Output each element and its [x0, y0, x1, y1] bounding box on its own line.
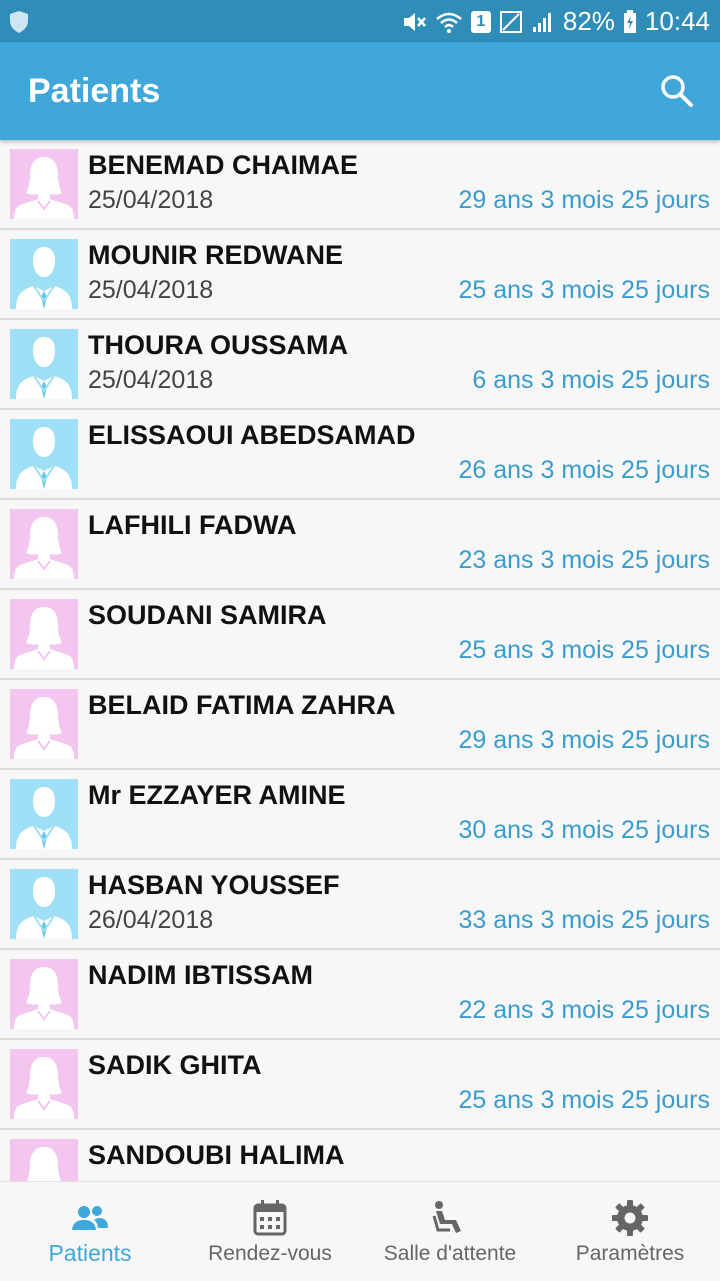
shield-icon	[8, 10, 30, 39]
patient-name: THOURA OUSSAMA	[88, 330, 348, 360]
patient-row[interactable]: THOURA OUSSAMA 25/04/2018 6 ans 3 mois 25 …	[0, 320, 720, 410]
patient-age: 22 ans 3 mois 25 jours	[458, 996, 710, 1024]
patient-name: MOUNIR REDWANE	[88, 240, 343, 270]
no-signal-icon	[499, 10, 522, 33]
nav-tab-rendez-vous[interactable]: Rendez-vous	[180, 1182, 360, 1281]
patient-age: 33 ans 3 mois 25 jours	[458, 906, 710, 934]
patient-name: BENEMAD CHAIMAE	[88, 150, 358, 180]
patient-age: 29 ans 3 mois 25 jours	[458, 186, 710, 214]
patient-date: 25/04/2018	[88, 276, 214, 304]
patient-row[interactable]: NADIM IBTISSAM 22 ans 3 mois 25 jours	[0, 950, 720, 1040]
patient-name: SOUDANI SAMIRA	[88, 600, 327, 630]
patient-age: 25 ans 3 mois 25 jours	[458, 636, 710, 664]
nav-tab-parametres[interactable]: Paramètres	[540, 1182, 720, 1281]
nav-label: Salle d'attente	[383, 1242, 517, 1265]
patient-age: 6 ans 3 mois 25 jours	[472, 366, 710, 394]
patient-row[interactable]: MOUNIR REDWANE 25/04/2018 25 ans 3 mois 25…	[0, 230, 720, 320]
patient-date: 25/04/2018	[88, 366, 214, 394]
status-bar: 1 82% 10:44	[0, 0, 720, 42]
nav-tab-patients[interactable]: Patients	[0, 1182, 180, 1281]
female-avatar-icon	[10, 1049, 78, 1119]
calendar-icon	[250, 1198, 290, 1238]
patient-list[interactable]: BENEMAD CHAIMAE 25/04/2018 29 ans 3 mois 2…	[0, 140, 720, 1181]
patient-name: HASBAN YOUSSEF	[88, 870, 340, 900]
female-avatar-icon	[10, 1139, 78, 1181]
male-avatar-icon	[10, 419, 78, 489]
clock: 10:44	[644, 6, 710, 36]
battery-charging-icon	[623, 9, 636, 33]
patient-row[interactable]: SOUDANI SAMIRA 25 ans 3 mois 25 jours	[0, 590, 720, 680]
female-avatar-icon	[10, 509, 78, 579]
signal-icon	[532, 12, 551, 32]
patient-row[interactable]: Mr EZZAYER AMINE 30 ans 3 mois 25 jours	[0, 770, 720, 860]
patient-age: 25 ans 3 mois 25 jours	[458, 276, 710, 304]
patient-age: 30 ans 3 mois 25 jours	[458, 816, 710, 844]
male-avatar-icon	[10, 869, 78, 939]
bottom-navigation: Patients Rendez-vous Salle d'attente Par…	[0, 1181, 720, 1281]
page-title: Patients	[28, 72, 161, 110]
patient-age: 25 ans 3 mois 25 jours	[458, 1086, 710, 1114]
patient-name: ELISSAOUI ABEDSAMAD	[88, 420, 416, 450]
battery-percent: 82%	[562, 6, 615, 36]
patient-age: 23 ans 3 mois 25 jours	[458, 546, 710, 574]
patient-name: SADIK GHITA	[88, 1050, 262, 1080]
patient-name: LAFHILI FADWA	[88, 510, 297, 540]
people-icon	[70, 1198, 110, 1238]
seat-icon	[430, 1198, 470, 1238]
patient-row[interactable]: SADIK GHITA 25 ans 3 mois 25 jours	[0, 1040, 720, 1130]
sim-badge: 1	[470, 10, 491, 33]
patient-row[interactable]: HASBAN YOUSSEF 26/04/2018 33 ans 3 mois 25…	[0, 860, 720, 950]
patient-date: 26/04/2018	[88, 906, 214, 934]
patient-row[interactable]: LAFHILI FADWA 23 ans 3 mois 25 jours	[0, 500, 720, 590]
patient-age: 29 ans 3 mois 25 jours	[458, 726, 710, 754]
female-avatar-icon	[10, 689, 78, 759]
search-icon[interactable]	[658, 72, 696, 110]
male-avatar-icon	[10, 239, 78, 309]
female-avatar-icon	[10, 599, 78, 669]
mute-icon	[403, 12, 426, 31]
nav-label: Paramètres	[575, 1242, 685, 1265]
nav-label: Patients	[48, 1240, 132, 1266]
patient-row[interactable]: SANDOUBI HALIMA	[0, 1130, 720, 1181]
patient-name: SANDOUBI HALIMA	[88, 1140, 345, 1170]
nav-label: Rendez-vous	[208, 1242, 332, 1265]
male-avatar-icon	[10, 329, 78, 399]
patient-row[interactable]: ELISSAOUI ABEDSAMAD 26 ans 3 mois 25 jour…	[0, 410, 720, 500]
female-avatar-icon	[10, 959, 78, 1029]
nav-tab-salle-attente[interactable]: Salle d'attente	[360, 1182, 540, 1281]
male-avatar-icon	[10, 779, 78, 849]
patient-date: 25/04/2018	[88, 186, 214, 214]
patient-row[interactable]: BELAID FATIMA ZAHRA 29 ans 3 mois 25 jour…	[0, 680, 720, 770]
gear-icon	[610, 1198, 650, 1238]
patient-name: Mr EZZAYER AMINE	[88, 780, 346, 810]
patient-row[interactable]: BENEMAD CHAIMAE 25/04/2018 29 ans 3 mois 2…	[0, 140, 720, 230]
female-avatar-icon	[10, 149, 78, 219]
patient-age: 26 ans 3 mois 25 jours	[458, 456, 710, 484]
wifi-icon	[436, 12, 462, 33]
patient-name: BELAID FATIMA ZAHRA	[88, 690, 396, 720]
patient-name: NADIM IBTISSAM	[88, 960, 313, 990]
app-bar: Patients	[0, 42, 720, 140]
